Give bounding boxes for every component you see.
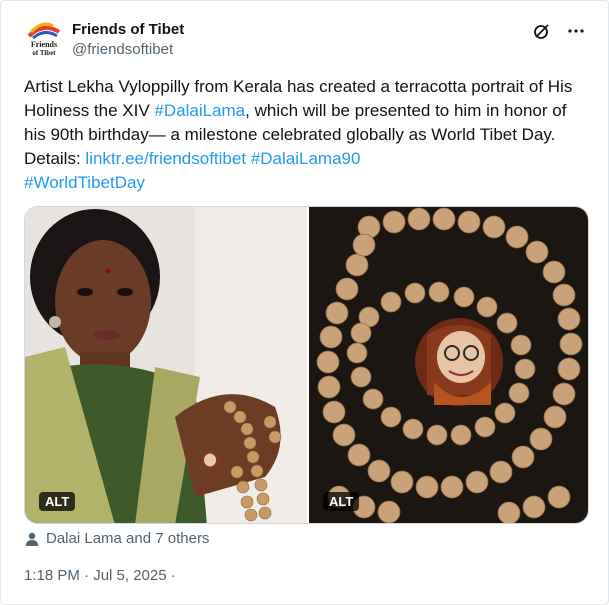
alt-badge[interactable]: ALT [323, 492, 360, 511]
more-icon[interactable] [566, 21, 586, 41]
alt-badge[interactable]: ALT [39, 492, 76, 511]
svg-text:Friends: Friends [31, 40, 57, 49]
external-link[interactable]: linktr.ee/friendsoftibet [85, 149, 246, 168]
author-name[interactable]: Friends of Tibet [72, 21, 184, 38]
hashtag-dalailama[interactable]: #DalaiLama [154, 101, 245, 120]
person-icon [26, 532, 38, 546]
tweet-card: Friends of Tibet Friends of Tibet @frien… [0, 0, 609, 605]
tweet-actions-top [532, 21, 586, 41]
grok-icon[interactable] [532, 21, 552, 41]
hashtag-worldtibetday[interactable]: #WorldTibetDay [24, 173, 145, 192]
friends-of-tibet-logo-icon: Friends of Tibet [27, 22, 61, 57]
tagged-people-label: Dalai Lama and 7 others [46, 530, 210, 547]
hashtag-dalailama90[interactable]: #DalaiLama90 [251, 149, 361, 168]
photo-terracotta-portrait[interactable] [309, 207, 588, 523]
author-handle[interactable]: @friendsoftibet [72, 41, 173, 58]
timestamp[interactable]: 1:18 PM · Jul 5, 2025 · [24, 567, 176, 584]
avatar[interactable]: Friends of Tibet [23, 18, 65, 60]
tweet-text: Artist Lekha Vyloppilly from Kerala has … [24, 75, 584, 195]
photo-artist[interactable] [25, 207, 307, 523]
tagged-people[interactable]: Dalai Lama and 7 others [26, 530, 209, 547]
media-grid: ALT ALT [24, 206, 589, 524]
svg-text:of Tibet: of Tibet [32, 49, 56, 57]
